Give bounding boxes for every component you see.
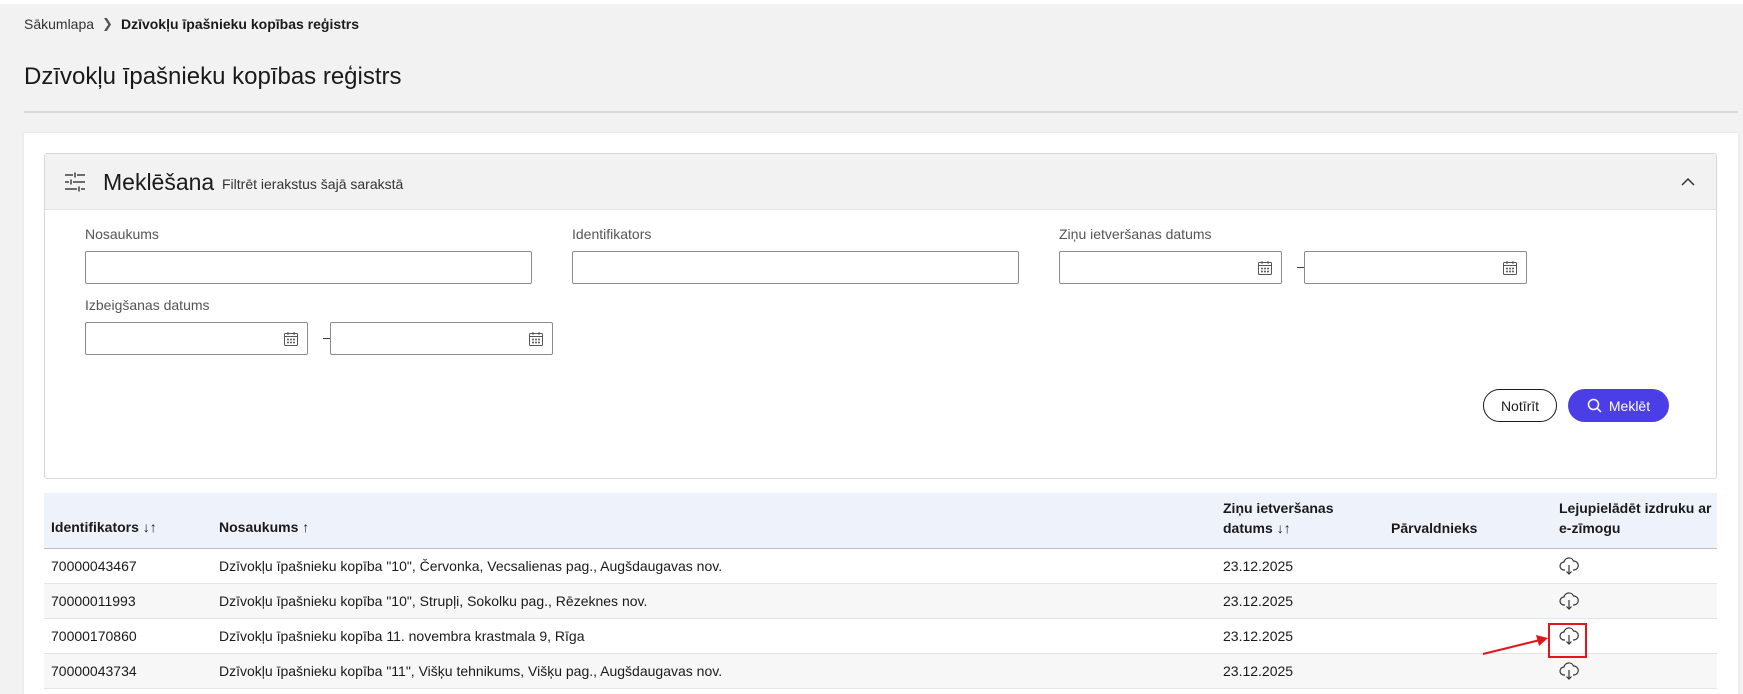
annotation-arrow-icon	[1482, 635, 1548, 655]
name-input[interactable]	[85, 251, 532, 284]
sort-arrows-icon[interactable]: ↓↑	[143, 519, 157, 535]
breadcrumb-home-link[interactable]: Sākumlapa	[24, 16, 94, 32]
column-header-identifier-label: Identifikators	[51, 519, 139, 535]
clear-button[interactable]: Notīrīt	[1483, 389, 1557, 422]
breadcrumb-current: Dzīvokļu īpašnieku kopības reģistrs	[120, 16, 360, 32]
sort-arrows-icon[interactable]: ↓↑	[1277, 520, 1291, 536]
cell-identifier: 70000170860	[51, 628, 137, 644]
cell-name[interactable]: Dzīvokļu īpašnieku kopība "10", Strupļi,…	[219, 593, 647, 609]
column-header-download-line2: e-zīmogu	[1559, 520, 1621, 536]
cloud-download-icon[interactable]	[1559, 661, 1579, 681]
column-header-filing-date-line1: Ziņu ietveršanas	[1223, 500, 1334, 516]
search-icon	[1587, 398, 1602, 413]
sliders-icon	[65, 172, 85, 192]
column-header-name-label: Nosaukums	[219, 519, 299, 535]
end-date-label: Izbeigšanas datums	[85, 297, 210, 313]
cell-filing-date: 23.12.2025	[1223, 663, 1294, 679]
column-header-download-line1: Lejupielādēt izdruku ar	[1559, 500, 1712, 516]
sort-up-icon[interactable]: ↑	[302, 519, 309, 535]
cloud-download-icon[interactable]	[1559, 591, 1579, 611]
filing-date-label: Ziņu ietveršanas datums	[1059, 226, 1212, 242]
search-panel-header[interactable]: Meklēšana Filtrēt ierakstus šajā sarakst…	[45, 154, 1716, 210]
cell-name[interactable]: Dzīvokļu īpašnieku kopība 11. novembra k…	[219, 628, 584, 644]
search-button-label: Meklēt	[1608, 397, 1651, 414]
search-panel-title: Meklēšana	[103, 169, 215, 195]
table-row[interactable]: 70000043467 Dzīvokļu īpašnieku kopība "1…	[44, 549, 1717, 584]
cell-filing-date: 23.12.2025	[1223, 593, 1294, 609]
chevron-up-icon[interactable]	[1676, 170, 1700, 194]
column-header-filing-date-line2: datums	[1223, 520, 1273, 536]
cell-filing-date: 23.12.2025	[1223, 558, 1294, 574]
search-panel: Meklēšana Filtrēt ierakstus šajā sarakst…	[44, 153, 1717, 479]
end-date-from-input[interactable]	[85, 322, 308, 355]
name-label: Nosaukums	[85, 226, 159, 242]
table-row[interactable]: 70000011993 Dzīvokļu īpašnieku kopība "1…	[44, 584, 1717, 619]
table-row[interactable]: 70000170860 Dzīvokļu īpašnieku kopība 11…	[44, 619, 1717, 654]
clear-button-label: Notīrīt	[1500, 397, 1540, 414]
calendar-icon[interactable]	[283, 331, 299, 347]
calendar-icon[interactable]	[528, 331, 544, 347]
filing-date-to-input[interactable]	[1304, 251, 1527, 284]
annotation-highlight-box	[1548, 623, 1587, 658]
search-button[interactable]: Meklēt	[1568, 389, 1669, 422]
column-header-name[interactable]: Nosaukums ↑	[219, 517, 309, 537]
identifier-input[interactable]	[572, 251, 1019, 284]
title-divider	[24, 111, 1738, 113]
table-header: Identifikators ↓↑ Nosaukums ↑ Ziņu ietve…	[44, 493, 1717, 549]
top-strip	[0, 0, 1743, 4]
content-card: Meklēšana Filtrēt ierakstus šajā sarakst…	[24, 133, 1738, 694]
column-header-identifier[interactable]: Identifikators ↓↑	[51, 517, 157, 537]
cell-identifier: 70000011993	[51, 593, 136, 609]
cell-name[interactable]: Dzīvokļu īpašnieku kopība "10", Červonka…	[219, 558, 722, 574]
cell-name[interactable]: Dzīvokļu īpašnieku kopība "11", Višķu te…	[219, 663, 722, 679]
cell-filing-date: 23.12.2025	[1223, 628, 1294, 644]
filing-date-from-input[interactable]	[1059, 251, 1282, 284]
identifier-label: Identifikators	[572, 226, 652, 242]
cell-identifier: 70000043467	[51, 558, 137, 574]
page-title: Dzīvokļu īpašnieku kopības reģistrs	[24, 63, 402, 90]
end-date-to-input[interactable]	[330, 322, 553, 355]
table-row[interactable]: 70000043734 Dzīvokļu īpašnieku kopība "1…	[44, 654, 1717, 689]
column-header-download: Lejupielādēt izdruku ar e-zīmogu	[1559, 498, 1711, 538]
column-header-manager: Pārvaldnieks	[1391, 520, 1478, 536]
cloud-download-icon[interactable]	[1559, 556, 1579, 576]
column-header-filing-date[interactable]: Ziņu ietveršanas datums ↓↑	[1223, 498, 1334, 538]
search-panel-subtitle: Filtrēt ierakstus šajā sarakstā	[222, 176, 404, 192]
breadcrumb: Sākumlapa ❯ Dzīvokļu īpašnieku kopības r…	[24, 16, 359, 32]
chevron-right-icon: ❯	[102, 16, 113, 31]
cell-identifier: 70000043734	[51, 663, 137, 679]
calendar-icon[interactable]	[1502, 260, 1518, 276]
calendar-icon[interactable]	[1257, 260, 1273, 276]
